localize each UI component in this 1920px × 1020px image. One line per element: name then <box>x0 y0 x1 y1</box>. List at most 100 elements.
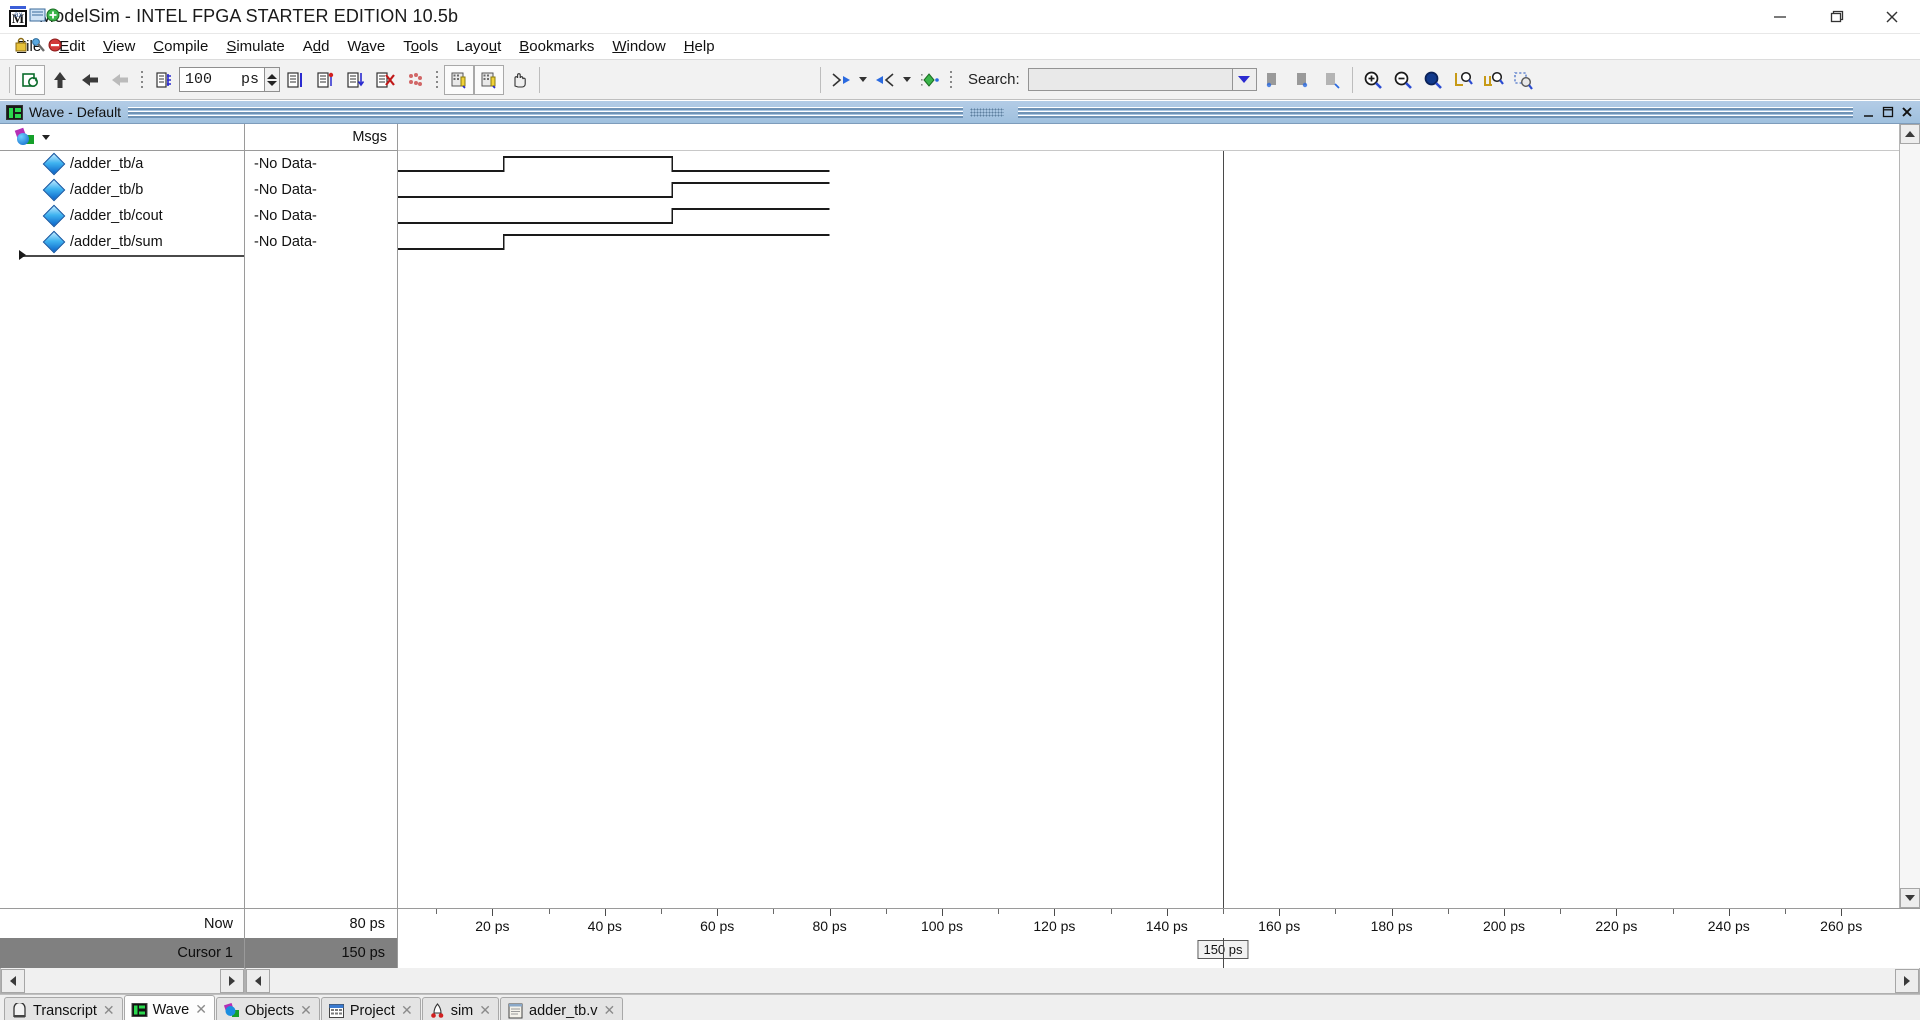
names-dropdown-icon[interactable] <box>42 134 50 140</box>
ruler-tick <box>1279 909 1281 916</box>
compile-icon[interactable] <box>15 64 45 95</box>
tab-close-icon[interactable]: ✕ <box>300 1002 312 1019</box>
tab-wave[interactable]: Wave ✕ <box>123 995 215 1020</box>
wave-panel-grip-dots[interactable] <box>970 107 1005 117</box>
step-out-icon[interactable] <box>474 64 504 95</box>
signal-names-header[interactable] <box>0 124 244 151</box>
run-length-input[interactable]: 100 ps <box>179 67 265 92</box>
run-all-icon[interactable] <box>340 65 370 95</box>
menu-tools[interactable]: Tools <box>394 36 447 57</box>
names-scroll-right-button[interactable] <box>220 968 244 993</box>
project-icon <box>328 1003 345 1019</box>
objects-icon <box>223 1002 240 1019</box>
search-next-icon[interactable] <box>1287 65 1317 95</box>
ruler-tick-label: 200 ps <box>1482 918 1526 934</box>
ruler-tick <box>1391 909 1393 916</box>
cursor-value[interactable]: 150 ps <box>245 938 397 968</box>
zoom-in-icon[interactable] <box>1358 65 1388 95</box>
names-hscrollbar[interactable] <box>0 968 245 994</box>
continue-run-icon[interactable] <box>310 65 340 95</box>
horizontal-scrollbars <box>0 968 1920 994</box>
zoom-out-icon[interactable] <box>1388 65 1418 95</box>
find-next-dropdown-icon[interactable] <box>903 77 911 82</box>
wave-undock-button[interactable] <box>1860 104 1877 121</box>
scroll-down-button[interactable] <box>1900 888 1920 908</box>
waveform-header <box>398 124 1899 151</box>
cursor-icon-column: ax <box>0 0 80 60</box>
cursor-block: Now Cursor 1 ax 80 ps 150 ps 20 ps 40 ps… <box>0 8 1920 968</box>
wave-panel-titlebar[interactable]: Wave - Default <box>0 101 1920 124</box>
menu-add[interactable]: Add <box>294 36 339 57</box>
run-icon[interactable] <box>280 65 310 95</box>
menu-window[interactable]: Window <box>603 36 674 57</box>
menu-wave[interactable]: Wave <box>338 36 394 57</box>
zoom-full-icon[interactable] <box>1418 65 1448 95</box>
wave-panel-grip-2[interactable] <box>1018 106 1854 118</box>
cursor-line[interactable] <box>1223 151 1224 908</box>
search-options-icon[interactable] <box>1317 65 1347 95</box>
tab-adder-tb-v[interactable]: adder_tb.v ✕ <box>500 997 624 1020</box>
menu-layout[interactable]: Layout <box>447 36 510 57</box>
wave-hscrollbar[interactable] <box>245 968 1920 994</box>
step-icon[interactable] <box>400 65 430 95</box>
search-dropdown-icon[interactable] <box>1232 68 1257 91</box>
left-arrow-icon[interactable] <box>75 65 105 95</box>
ruler-tick-minor <box>1785 909 1786 914</box>
wave-panel-grip[interactable] <box>128 106 964 118</box>
menu-simulate[interactable]: Simulate <box>217 36 293 57</box>
search-prev-icon[interactable] <box>1257 65 1287 95</box>
find-prev-dropdown-icon[interactable] <box>859 77 867 82</box>
wave-restore-button[interactable] <box>1879 104 1896 121</box>
find-prev-transition-icon[interactable] <box>826 65 856 95</box>
signal-row-cout[interactable]: /adder_tb/cout <box>0 203 244 229</box>
tab-close-icon[interactable]: ✕ <box>401 1002 413 1019</box>
zoom-selection-icon[interactable] <box>1508 65 1538 95</box>
step-over-icon[interactable] <box>444 64 474 95</box>
waveform-vertical-scrollbar[interactable] <box>1899 124 1920 908</box>
tab-close-icon[interactable]: ✕ <box>604 1002 616 1019</box>
tab-close-icon[interactable]: ✕ <box>103 1002 115 1019</box>
cursor-label[interactable]: Cursor 1 <box>0 938 244 968</box>
signal-row-a[interactable]: /adder_tb/a <box>0 151 244 177</box>
zoom-range-icon[interactable] <box>1478 65 1508 95</box>
maximize-button[interactable] <box>1808 0 1864 34</box>
close-button[interactable] <box>1864 0 1920 34</box>
up-arrow-icon[interactable] <box>45 65 75 95</box>
ruler-tick-label: 120 ps <box>1033 918 1076 934</box>
find-icon[interactable] <box>914 65 944 95</box>
wave-scroll-right-button[interactable] <box>1895 968 1919 993</box>
tab-objects[interactable]: Objects ✕ <box>215 997 320 1020</box>
scroll-track[interactable] <box>1900 144 1920 888</box>
menu-bookmarks[interactable]: Bookmarks <box>510 36 603 57</box>
menu-view[interactable]: View <box>94 36 144 57</box>
waveform-area[interactable] <box>398 124 1899 908</box>
signal-row-sum[interactable]: /adder_tb/sum <box>0 229 244 255</box>
names-scroll-left-button[interactable] <box>1 968 25 993</box>
menu-compile[interactable]: Compile <box>144 36 217 57</box>
time-ruler[interactable]: 0 ps20 ps40 ps60 ps80 ps100 ps120 ps140 … <box>398 908 1920 938</box>
search-input[interactable] <box>1027 68 1233 91</box>
waveform-canvas[interactable] <box>398 151 1899 908</box>
wave-close-button[interactable] <box>1898 104 1915 121</box>
menu-help[interactable]: Help <box>675 36 724 57</box>
scroll-up-button[interactable] <box>1900 124 1920 144</box>
tab-close-icon[interactable]: ✕ <box>195 1001 207 1018</box>
tab-close-icon[interactable]: ✕ <box>479 1002 491 1019</box>
tab-sim[interactable]: sim ✕ <box>421 997 499 1020</box>
zoom-cursor-icon[interactable] <box>1448 65 1478 95</box>
main-toolbar: 100 ps Search: <box>0 60 1920 100</box>
find-next-transition-icon[interactable] <box>870 65 900 95</box>
run-length-stepper[interactable] <box>265 67 280 92</box>
signal-row-b[interactable]: /adder_tb/b <box>0 177 244 203</box>
tab-transcript[interactable]: Transcript ✕ <box>4 997 123 1020</box>
break-icon[interactable] <box>370 65 400 95</box>
signal-value: -No Data- <box>254 156 317 172</box>
hand-icon[interactable] <box>504 65 534 95</box>
restart-icon[interactable] <box>149 65 179 95</box>
tab-label: adder_tb.v <box>529 1002 598 1019</box>
cursor-icons <box>0 30 80 60</box>
minimize-button[interactable] <box>1752 0 1808 34</box>
wave-scroll-left-button[interactable] <box>246 968 270 993</box>
tab-project[interactable]: Project ✕ <box>320 997 421 1020</box>
ruler-tick-minor <box>998 909 1000 914</box>
